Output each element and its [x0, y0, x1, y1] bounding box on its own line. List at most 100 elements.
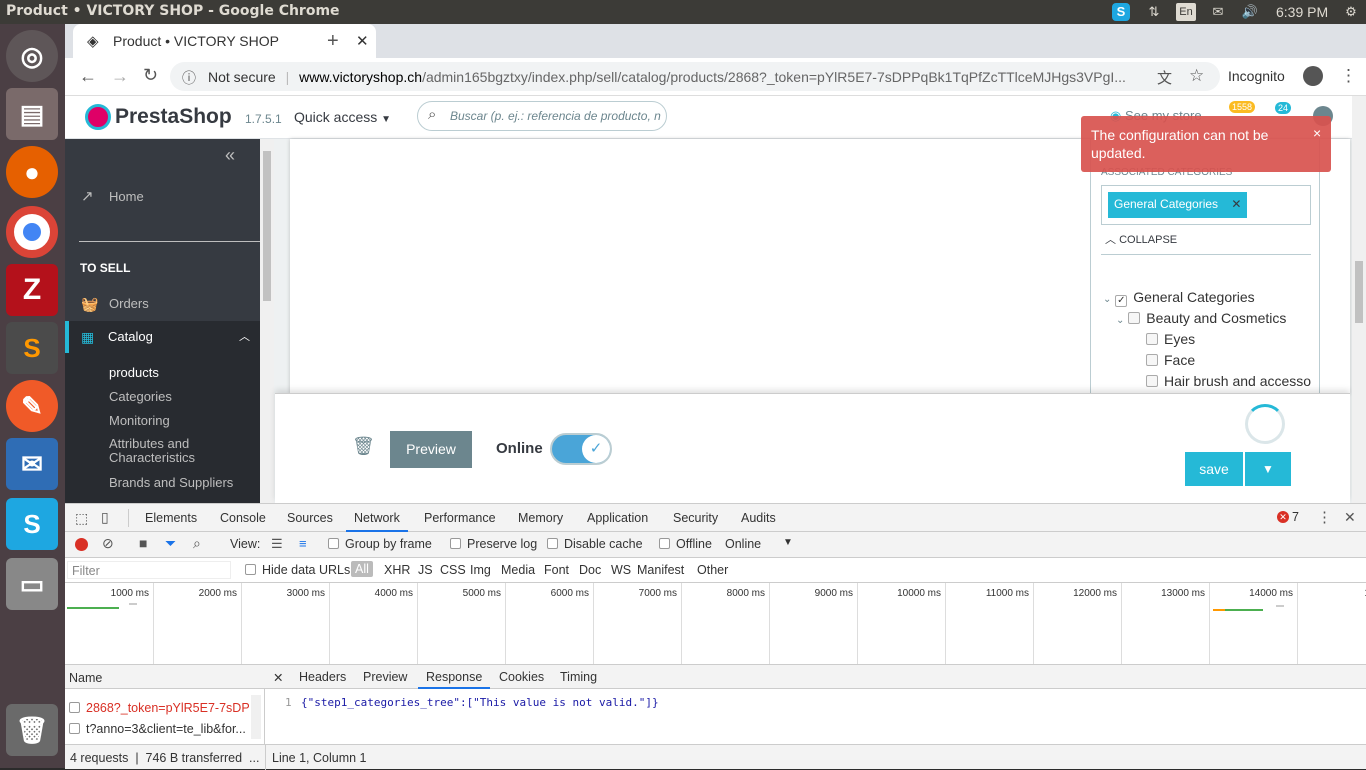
scrollbar-thumb[interactable] [263, 151, 271, 301]
filter-js[interactable]: JS [418, 563, 433, 577]
detail-tab-timing[interactable]: Timing [552, 665, 605, 689]
chevron-down-icon[interactable]: ⌄ [1103, 294, 1111, 305]
incognito-icon[interactable] [1303, 66, 1323, 86]
checked-checkbox[interactable]: ✓ [1115, 295, 1128, 307]
alert-close-icon[interactable]: × [1313, 124, 1321, 142]
tree-item-general[interactable]: ⌄ ✓ General Categories [1103, 289, 1255, 307]
tab-elements[interactable]: Elements [137, 504, 205, 532]
search-icon[interactable]: ⌕ [193, 535, 201, 552]
incognito-label[interactable]: Incognito [1228, 68, 1285, 84]
list-view-icon[interactable]: ☰ [271, 536, 283, 552]
sidebar-item-orders[interactable]: 🧺 Orders [65, 288, 260, 320]
info-icon[interactable]: ⓘ [182, 68, 196, 88]
checkbox[interactable] [1146, 333, 1158, 345]
detail-tab-cookies[interactable]: Cookies [491, 665, 552, 689]
submenu-item-monitoring[interactable]: Monitoring [109, 413, 170, 428]
request-row[interactable]: t?anno=3&client=te_lib&for... [69, 722, 249, 736]
checkbox[interactable] [547, 538, 558, 549]
filter-icon[interactable]: ⏷ [165, 535, 176, 552]
name-column-header[interactable]: Name [65, 665, 265, 689]
tab-close-icon[interactable]: ✕ [356, 32, 369, 50]
tree-item-eyes[interactable]: Eyes [1146, 331, 1195, 347]
tree-item-beauty[interactable]: ⌄ Beauty and Cosmetics [1116, 310, 1286, 326]
checkbox[interactable] [1146, 354, 1158, 366]
tab-sources[interactable]: Sources [279, 504, 341, 532]
close-devtools-icon[interactable]: ✕ [1344, 509, 1356, 526]
disable-cache-checkbox[interactable]: Disable cache [547, 537, 643, 551]
filter-manifest[interactable]: Manifest [637, 563, 684, 577]
trash-icon[interactable]: 🗑 [352, 436, 375, 457]
firefox-icon[interactable]: ● [6, 146, 58, 198]
request-row[interactable]: 2868?_token=pYlR5E7-7sDPP [69, 701, 249, 715]
camera-icon[interactable]: ■ [139, 535, 147, 551]
error-count[interactable]: 7 [1292, 510, 1299, 524]
submenu-item-products[interactable]: products [109, 365, 159, 380]
remove-tag-icon[interactable]: ✕ [1231, 197, 1241, 211]
checkbox[interactable] [1128, 312, 1141, 324]
scrollbar-thumb[interactable] [1355, 261, 1363, 323]
skype-icon[interactable]: S [6, 498, 58, 550]
submenu-item-categories[interactable]: Categories [109, 389, 172, 404]
chevron-down-icon[interactable]: ⌄ [1116, 315, 1124, 326]
online-toggle[interactable]: ✓ [550, 433, 612, 465]
prestashop-logo-icon[interactable] [85, 104, 111, 130]
skype-tray-icon[interactable]: S [1112, 3, 1130, 21]
sidebar-item-home[interactable]: ↗ Home [65, 181, 260, 213]
filter-img[interactable]: Img [470, 563, 491, 577]
save-options-dropdown[interactable]: ▼ [1245, 452, 1291, 486]
filter-input[interactable]: Filter [67, 561, 231, 579]
clear-icon[interactable]: ⊘ [102, 535, 114, 552]
filter-xhr[interactable]: XHR [384, 563, 410, 577]
detail-tab-response[interactable]: Response [418, 665, 491, 689]
response-view[interactable]: 1 {"step1_categories_tree":["This value … [265, 689, 1366, 743]
filter-all[interactable]: All [351, 561, 373, 577]
hide-data-urls-checkbox[interactable]: Hide data URLs [245, 563, 350, 577]
sidebar-scrollbar[interactable] [260, 139, 274, 503]
list-scrollbar[interactable] [251, 695, 261, 739]
checkbox[interactable] [245, 564, 256, 575]
page-scrollbar[interactable] [1352, 96, 1366, 503]
address-bar[interactable]: ⓘ Not secure | www.victoryshop.ch/admin1… [170, 62, 1220, 91]
drive-icon[interactable]: ▭ [6, 558, 58, 610]
sublime-text-icon[interactable]: S [6, 322, 58, 374]
translate-icon[interactable]: 文 [1157, 67, 1172, 88]
volume-icon[interactable]: 🔊 [1241, 3, 1259, 21]
sidebar-item-catalog[interactable]: ▦ Catalog ︿ [65, 321, 260, 353]
device-toggle-icon[interactable]: ▯ [101, 509, 109, 526]
checkbox[interactable] [1146, 375, 1158, 387]
category-tags-box[interactable]: General Categories ✕ [1101, 185, 1311, 225]
gear-icon[interactable]: ⚙ [1342, 3, 1360, 21]
clock[interactable]: 6:39 PM [1276, 4, 1328, 20]
quick-access-dropdown[interactable]: Quick access ▼ [294, 109, 391, 125]
postman-icon[interactable]: ✎ [6, 380, 58, 432]
ubuntu-dash-icon[interactable]: ◎ [6, 30, 58, 82]
filter-css[interactable]: CSS [440, 563, 466, 577]
preserve-log-checkbox[interactable]: Preserve log [450, 537, 537, 551]
filter-font[interactable]: Font [544, 563, 569, 577]
close-detail-icon[interactable]: ✕ [273, 670, 283, 685]
checkbox[interactable] [659, 538, 670, 549]
network-icon[interactable]: ⇅ [1145, 3, 1163, 21]
search-box[interactable]: ⌕ Buscar (p. ej.: referencia de producto… [417, 101, 667, 131]
tab-audits[interactable]: Audits [733, 504, 784, 532]
bookmark-star-icon[interactable]: ☆ [1189, 66, 1204, 86]
filter-other[interactable]: Other [697, 563, 728, 577]
detail-tab-preview[interactable]: Preview [355, 665, 415, 689]
waterfall-view-icon[interactable]: ≡ [299, 536, 307, 551]
inspect-icon[interactable]: ⬚ [75, 510, 88, 527]
mail-icon[interactable]: ✉ [1209, 3, 1227, 21]
tab-memory[interactable]: Memory [510, 504, 571, 532]
collapse-button[interactable]: ︿ COLLAPSE [1105, 231, 1177, 247]
new-tab-icon[interactable]: + [327, 30, 339, 53]
reload-icon[interactable]: ↻ [143, 65, 158, 86]
preview-button[interactable]: Preview [390, 431, 472, 468]
file-manager-icon[interactable]: ▤ [6, 88, 58, 140]
chrome-icon[interactable] [6, 206, 58, 258]
network-overview-timeline[interactable]: 1000 ms 2000 ms 3000 ms 4000 ms 5000 ms 6000 … [65, 583, 1366, 665]
submenu-item-brands[interactable]: Brands and Suppliers [109, 475, 233, 490]
thunderbird-icon[interactable]: ✉ [6, 438, 58, 490]
checkbox[interactable] [328, 538, 339, 549]
logo-text[interactable]: PrestaShop [115, 105, 232, 129]
keyboard-layout-indicator[interactable]: En [1176, 3, 1196, 21]
tab-performance[interactable]: Performance [416, 504, 504, 532]
